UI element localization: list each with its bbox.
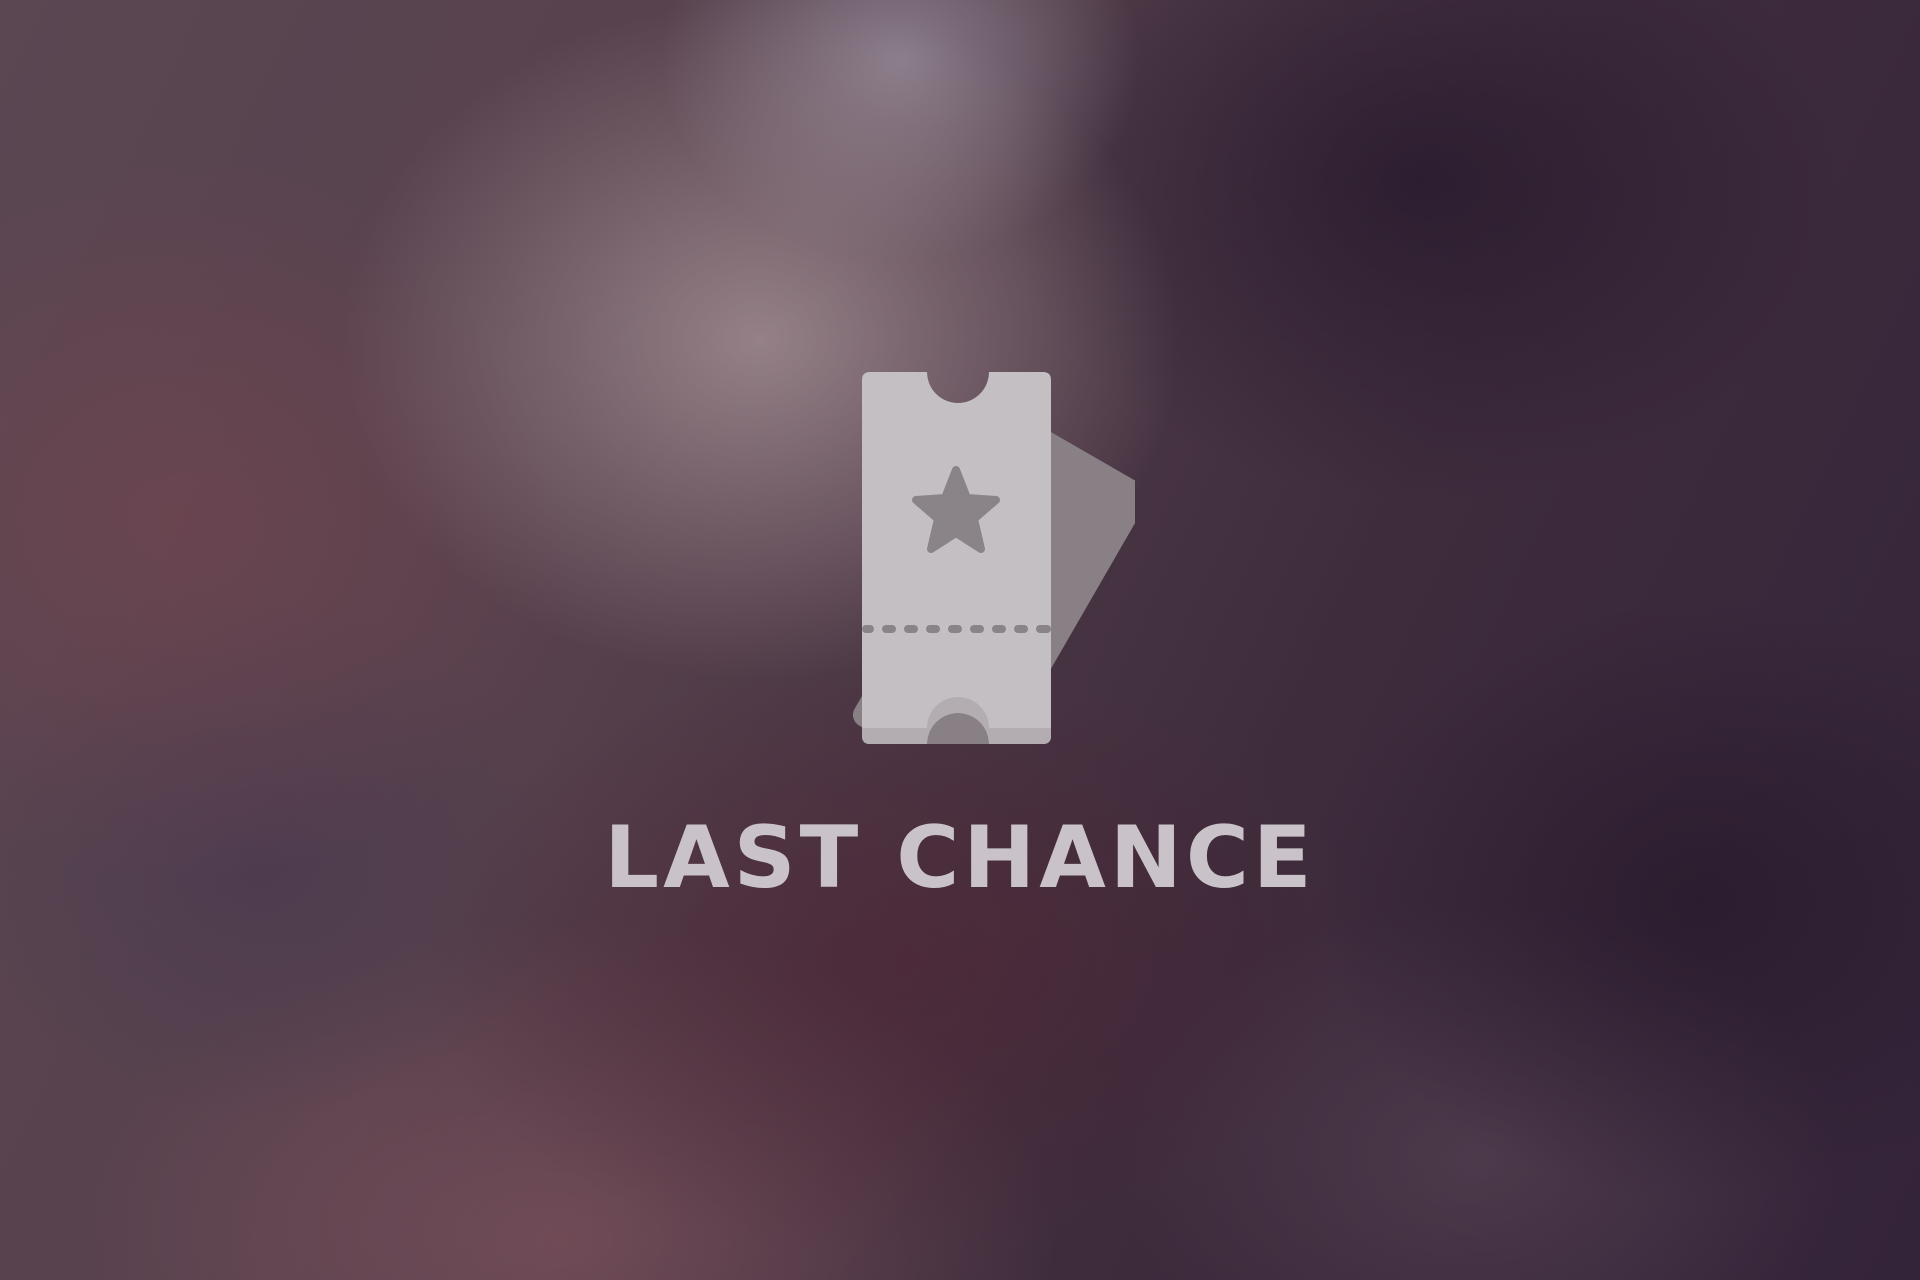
ticket-star-icon <box>785 372 1135 744</box>
hero-section: LAST CHANCE <box>0 0 1920 1280</box>
hero-title: LAST CHANCE <box>604 808 1316 908</box>
